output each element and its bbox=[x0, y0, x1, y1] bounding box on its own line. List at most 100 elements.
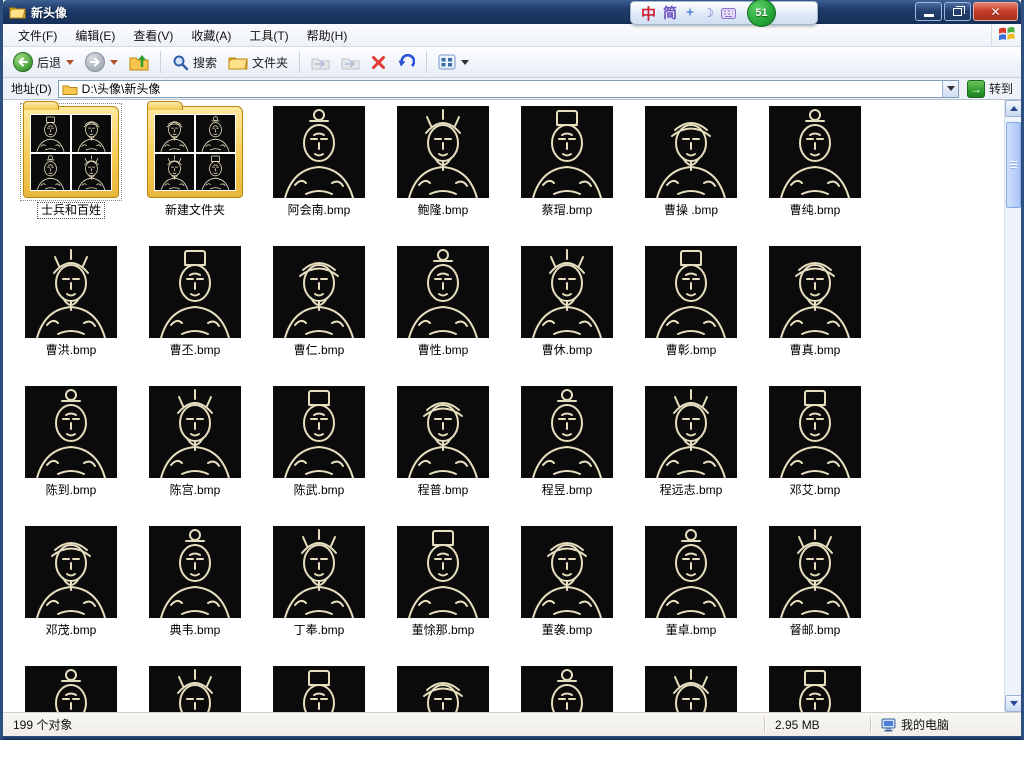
ime-simplified-indicator[interactable]: 简 bbox=[663, 3, 677, 23]
file-item[interactable] bbox=[381, 666, 505, 712]
portrait-thumbnail bbox=[521, 246, 613, 338]
address-dropdown-button[interactable] bbox=[942, 81, 958, 97]
views-dropdown-icon bbox=[461, 60, 469, 65]
window-bottom-border bbox=[3, 736, 1021, 740]
back-button[interactable]: 后退 bbox=[9, 49, 78, 75]
file-item[interactable]: 曹纯.bmp bbox=[753, 106, 877, 246]
copy-to-icon bbox=[341, 55, 360, 70]
folder-preview-thumbnail bbox=[155, 154, 194, 191]
folders-button[interactable]: 文件夹 bbox=[224, 51, 292, 74]
folder-item[interactable]: 士兵和百姓 bbox=[9, 106, 133, 246]
copy-to-button[interactable] bbox=[337, 52, 364, 73]
toolbar-separator bbox=[160, 51, 161, 73]
file-name: 董悇那.bmp bbox=[409, 623, 478, 638]
views-button[interactable] bbox=[434, 51, 473, 73]
file-name: 陈宫.bmp bbox=[167, 483, 224, 498]
folder-preview-thumbnail bbox=[196, 154, 235, 191]
portrait-thumbnail bbox=[645, 246, 737, 338]
file-item[interactable]: 邓茂.bmp bbox=[9, 526, 133, 666]
ime-sparkle-icon[interactable] bbox=[684, 7, 696, 19]
file-item[interactable] bbox=[9, 666, 133, 712]
go-arrow-icon: → bbox=[967, 80, 985, 98]
file-item[interactable]: 督邮.bmp bbox=[753, 526, 877, 666]
file-item[interactable] bbox=[257, 666, 381, 712]
file-item[interactable]: 蔡瑁.bmp bbox=[505, 106, 629, 246]
file-item[interactable]: 曹丕.bmp bbox=[133, 246, 257, 386]
menu-item-1[interactable]: 编辑(E) bbox=[66, 24, 124, 47]
restore-icon bbox=[953, 8, 962, 16]
vertical-scrollbar[interactable] bbox=[1004, 100, 1021, 712]
file-item[interactable]: 阿会南.bmp bbox=[257, 106, 381, 246]
badge-51-icon[interactable]: 51 bbox=[747, 0, 776, 27]
file-item[interactable]: 陈到.bmp bbox=[9, 386, 133, 526]
portrait-thumbnail bbox=[149, 666, 241, 712]
portrait-thumbnail bbox=[645, 666, 737, 712]
file-name: 曹仁.bmp bbox=[291, 343, 348, 358]
file-item[interactable]: 程远志.bmp bbox=[629, 386, 753, 526]
go-button[interactable]: → 转到 bbox=[965, 79, 1018, 99]
file-name: 董卓.bmp bbox=[663, 623, 720, 638]
portrait-thumbnail bbox=[521, 666, 613, 712]
file-item[interactable]: 曹真.bmp bbox=[753, 246, 877, 386]
file-item[interactable]: 曹操 .bmp bbox=[629, 106, 753, 246]
file-name: 曹纯.bmp bbox=[787, 203, 844, 218]
address-folder-icon bbox=[62, 83, 78, 95]
file-name: 督邮.bmp bbox=[787, 623, 844, 638]
file-item[interactable]: 曹洪.bmp bbox=[9, 246, 133, 386]
file-item[interactable]: 陈武.bmp bbox=[257, 386, 381, 526]
file-item[interactable]: 董悇那.bmp bbox=[381, 526, 505, 666]
portrait-thumbnail bbox=[645, 106, 737, 198]
file-item[interactable]: 董袭.bmp bbox=[505, 526, 629, 666]
ime-moon-icon[interactable]: ☽ bbox=[703, 6, 714, 20]
file-name: 丁奉.bmp bbox=[291, 623, 348, 638]
undo-icon bbox=[397, 54, 415, 70]
folder-item[interactable]: 新建文件夹 bbox=[133, 106, 257, 246]
menu-item-4[interactable]: 工具(T) bbox=[240, 24, 297, 47]
menu-item-0[interactable]: 文件(F) bbox=[9, 24, 66, 47]
menu-item-5[interactable]: 帮助(H) bbox=[298, 24, 357, 47]
scroll-up-button[interactable] bbox=[1005, 100, 1021, 117]
file-item[interactable]: 董卓.bmp bbox=[629, 526, 753, 666]
forward-button[interactable] bbox=[81, 49, 122, 75]
ime-keyboard-icon[interactable] bbox=[721, 8, 736, 19]
scroll-down-button[interactable] bbox=[1005, 695, 1021, 712]
menu-item-3[interactable]: 收藏(A) bbox=[182, 24, 240, 47]
folder-thumbnail bbox=[23, 106, 119, 198]
address-value[interactable]: D:\头像\新头像 bbox=[82, 80, 938, 97]
file-item[interactable]: 程普.bmp bbox=[381, 386, 505, 526]
file-item[interactable]: 曹性.bmp bbox=[381, 246, 505, 386]
file-item[interactable]: 程昱.bmp bbox=[505, 386, 629, 526]
file-name: 陈到.bmp bbox=[43, 483, 100, 498]
menu-bar: 文件(F)编辑(E)查看(V)收藏(A)工具(T)帮助(H) bbox=[3, 24, 1021, 47]
ime-chinese-indicator[interactable]: 中 bbox=[641, 3, 656, 24]
scrollbar-thumb[interactable] bbox=[1006, 122, 1021, 208]
file-name: 曹操 .bmp bbox=[661, 203, 721, 218]
move-to-button[interactable] bbox=[307, 52, 334, 73]
file-item[interactable]: 曹休.bmp bbox=[505, 246, 629, 386]
delete-button[interactable] bbox=[367, 52, 390, 73]
undo-button[interactable] bbox=[393, 51, 419, 73]
up-button[interactable] bbox=[125, 50, 153, 74]
ime-language-bar[interactable]: 中 简 ☽ 51 bbox=[630, 1, 818, 25]
portrait-thumbnail bbox=[25, 246, 117, 338]
file-item[interactable]: 典韦.bmp bbox=[133, 526, 257, 666]
address-combo[interactable]: D:\头像\新头像 bbox=[58, 80, 959, 98]
file-item[interactable]: 曹彰.bmp bbox=[629, 246, 753, 386]
menu-item-2[interactable]: 查看(V) bbox=[124, 24, 182, 47]
file-item[interactable]: 丁奉.bmp bbox=[257, 526, 381, 666]
file-item[interactable] bbox=[133, 666, 257, 712]
file-item[interactable]: 邓艾.bmp bbox=[753, 386, 877, 526]
file-item[interactable]: 曹仁.bmp bbox=[257, 246, 381, 386]
file-item[interactable]: 鲍隆.bmp bbox=[381, 106, 505, 246]
close-button[interactable]: ✕ bbox=[973, 2, 1018, 21]
file-item[interactable] bbox=[629, 666, 753, 712]
file-item[interactable] bbox=[753, 666, 877, 712]
search-button[interactable]: 搜索 bbox=[168, 51, 221, 74]
search-icon bbox=[172, 54, 189, 71]
minimize-button[interactable] bbox=[915, 2, 942, 21]
portrait-thumbnail bbox=[25, 666, 117, 712]
file-item[interactable]: 陈宫.bmp bbox=[133, 386, 257, 526]
portrait-thumbnail bbox=[521, 106, 613, 198]
restore-button[interactable] bbox=[944, 2, 971, 21]
file-item[interactable] bbox=[505, 666, 629, 712]
